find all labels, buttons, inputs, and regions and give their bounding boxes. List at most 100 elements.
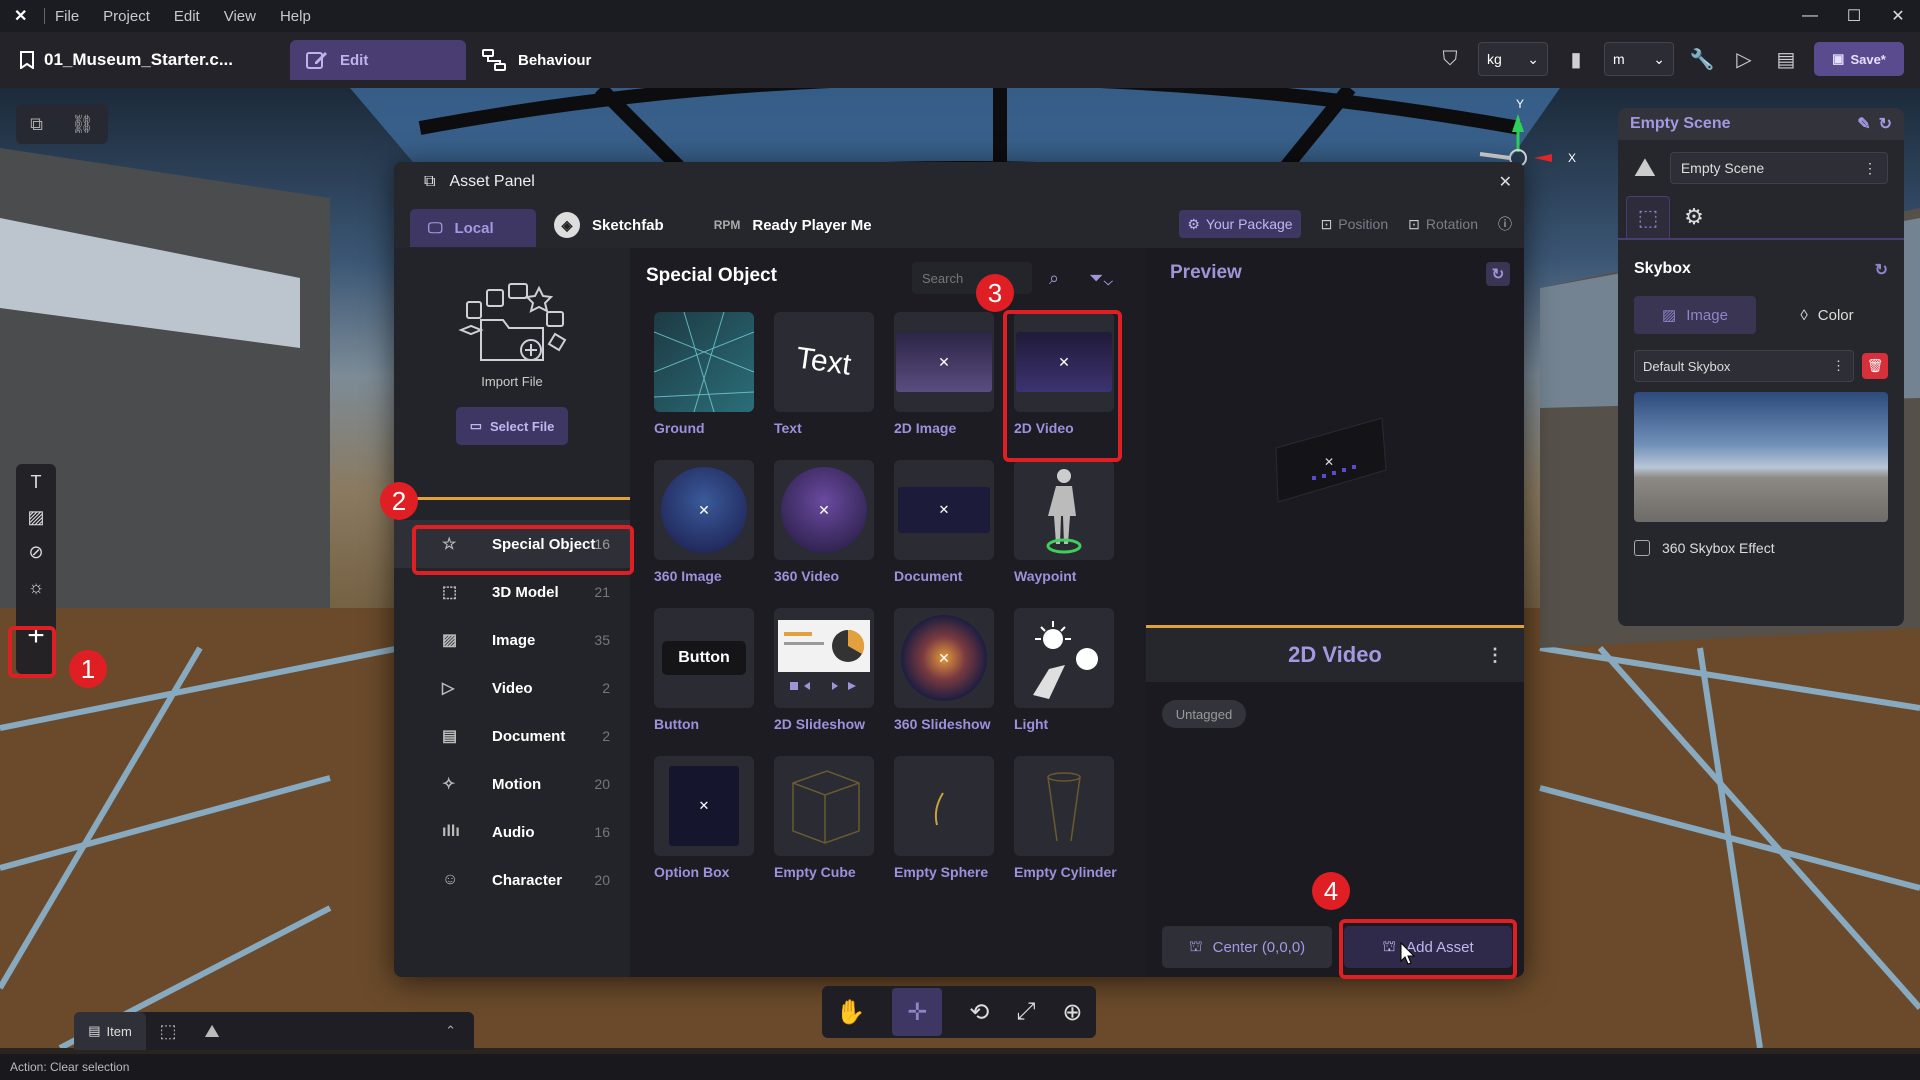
asset-360-video[interactable]: ✕ 360 Video: [774, 460, 874, 584]
empty-cylinder-thumbnail: [1014, 756, 1114, 856]
mass-unit-select[interactable]: kg ⌄: [1478, 42, 1548, 76]
menu-view[interactable]: View: [224, 8, 256, 25]
tab-behaviour[interactable]: Behaviour: [482, 49, 591, 71]
tab-settings[interactable]: ⚙: [1672, 196, 1716, 238]
category-3d-model[interactable]: ⬚ 3D Model 21: [394, 568, 630, 616]
move-icon[interactable]: ✛: [892, 988, 943, 1036]
skybox-color-option[interactable]: ◊ Color: [1766, 296, 1888, 334]
menu-project[interactable]: Project: [103, 8, 150, 25]
gear-icon: ⚙: [1187, 215, 1200, 232]
weight-icon: ⛉: [1442, 47, 1458, 70]
text-tool-icon[interactable]: T: [31, 472, 42, 493]
mass-unit-value: kg: [1487, 51, 1502, 67]
category-image[interactable]: ▨ Image 35: [394, 616, 630, 664]
asset-empty-sphere[interactable]: Empty Sphere: [894, 756, 994, 880]
category-document[interactable]: ▤ Document 2: [394, 712, 630, 760]
refresh-icon[interactable]: ↻: [1486, 262, 1510, 286]
asset-empty-cylinder[interactable]: Empty Cylinder: [1014, 756, 1117, 880]
tab-sketchfab[interactable]: ◈ Sketchfab: [554, 212, 664, 238]
save-button[interactable]: ▣ Save*: [1814, 42, 1904, 76]
asset-name: Light: [1014, 716, 1049, 732]
tab-ready-player-me[interactable]: RPM Ready Player Me: [714, 217, 872, 234]
link-icon[interactable]: ⛓: [71, 114, 94, 135]
light-tool-icon[interactable]: ☼: [28, 577, 45, 598]
asset-2d-slideshow[interactable]: 2D Slideshow: [774, 608, 874, 732]
layers-icon[interactable]: ⧉: [30, 114, 43, 135]
pivot-icon[interactable]: ⊕: [1062, 998, 1082, 1027]
menu-edit[interactable]: Edit: [174, 8, 200, 25]
scale-icon[interactable]: ⤢: [1016, 998, 1035, 1026]
asset-2d-image[interactable]: ✕ 2D Image: [894, 312, 994, 436]
search-icon[interactable]: ⌕: [1040, 264, 1068, 292]
cube-icon: ⬚: [442, 584, 458, 601]
asset-panel-icon: ⧉: [424, 173, 436, 190]
hand-icon[interactable]: ✋: [835, 998, 865, 1027]
asset-text[interactable]: Text Text: [774, 312, 874, 436]
more-options-icon[interactable]: ⋮: [1486, 645, 1504, 666]
category-label: 3D Model: [492, 583, 559, 601]
trash-icon: 🗑: [1866, 358, 1884, 373]
skybox-effect-checkbox[interactable]: [1634, 540, 1650, 556]
search-input[interactable]: Search: [912, 262, 1032, 294]
asset-360-slideshow[interactable]: ✕ 360 Slideshow: [894, 608, 994, 732]
tag-badge[interactable]: Untagged: [1162, 700, 1246, 728]
minimize-icon[interactable]: —: [1788, 0, 1832, 32]
reset-icon[interactable]: ↻: [1875, 260, 1888, 280]
asset-360-image[interactable]: ✕ 360 Image: [654, 460, 754, 584]
chevron-up-icon[interactable]: ⌃: [445, 1023, 456, 1039]
category-character[interactable]: ☺ Character 20: [394, 856, 630, 904]
filter-icon[interactable]: ⏷⌄: [1082, 264, 1120, 292]
asset-ground[interactable]: Ground: [654, 312, 754, 436]
asset-empty-cube[interactable]: Empty Cube: [774, 756, 874, 880]
rotate-icon[interactable]: ⟲: [969, 998, 989, 1027]
environment-icon[interactable]: ⛰: [190, 1021, 234, 1042]
asset-option-box[interactable]: ✕ Option Box: [654, 756, 754, 880]
tab-edit[interactable]: Edit: [290, 40, 466, 80]
objects-icon[interactable]: ⬚: [146, 1021, 190, 1042]
asset-document[interactable]: ✕ Document: [894, 460, 994, 584]
center-button[interactable]: ⛫ Center (0,0,0): [1162, 926, 1332, 968]
skybox-select[interactable]: Default Skybox ⋮: [1634, 350, 1854, 382]
image-tool-icon[interactable]: ▨: [27, 507, 44, 528]
play-icon[interactable]: ▷: [1730, 45, 1758, 73]
shape-tool-icon[interactable]: ⊘: [28, 542, 43, 563]
menu-file[interactable]: File: [55, 8, 79, 25]
maximize-icon[interactable]: ☐: [1832, 0, 1876, 32]
category-video[interactable]: ▷ Video 2: [394, 664, 630, 712]
ruler-icon: ▮: [1570, 48, 1582, 71]
asset-button[interactable]: Button Button: [654, 608, 754, 732]
category-motion[interactable]: ✧ Motion 20: [394, 760, 630, 808]
preview-stage[interactable]: ✕: [1146, 298, 1524, 628]
main-toolbar: 01_Museum_Starter.c... Edit Behaviour ⛉ …: [0, 32, 1920, 88]
close-window-icon[interactable]: ✕: [1876, 0, 1920, 32]
category-audio[interactable]: ıllı Audio 16: [394, 808, 630, 856]
character-icon: ☺: [442, 871, 459, 888]
skybox-image-option[interactable]: ▨ Image: [1634, 296, 1756, 334]
select-file-button[interactable]: ▭ Select File: [456, 407, 568, 445]
info-icon[interactable]: ⓘ: [1498, 214, 1512, 234]
app-logo-icon: ✕: [14, 8, 28, 25]
refresh-icon[interactable]: ↻: [1879, 114, 1892, 134]
category-label: Audio: [492, 823, 535, 841]
audio-icon: ıllı: [442, 823, 460, 840]
tab-scene-objects[interactable]: ⬚: [1626, 196, 1670, 238]
asset-panel-titlebar: ⧉ Asset Panel ✕: [394, 162, 1524, 202]
length-unit-select[interactable]: m ⌄: [1604, 42, 1674, 76]
step-marker-3: 3: [976, 274, 1014, 312]
transform-toolbar: ✋ ✛ ⟲ ⤢ ⊕: [822, 986, 1096, 1038]
close-icon[interactable]: ✕: [1499, 172, 1512, 192]
tab-local[interactable]: 🖵 Local: [410, 209, 536, 247]
publish-icon[interactable]: ▤: [1772, 45, 1800, 73]
asset-light[interactable]: Light: [1014, 608, 1114, 732]
position-toggle[interactable]: ⊡ Position: [1321, 216, 1389, 233]
scene-select[interactable]: Empty Scene ⋮: [1669, 152, 1888, 184]
menu-help[interactable]: Help: [280, 8, 311, 25]
asset-waypoint[interactable]: Waypoint: [1014, 460, 1114, 584]
rename-icon[interactable]: ✎: [1857, 114, 1870, 134]
delete-skybox-button[interactable]: 🗑: [1862, 353, 1888, 379]
rotation-toggle[interactable]: ⊡ Rotation: [1408, 216, 1478, 233]
project-name: 01_Museum_Starter.c...: [20, 50, 270, 70]
your-package-button[interactable]: ⚙ Your Package: [1179, 210, 1301, 238]
tab-item[interactable]: ▤ Item: [74, 1012, 146, 1050]
wrench-icon[interactable]: 🔧: [1688, 45, 1716, 73]
